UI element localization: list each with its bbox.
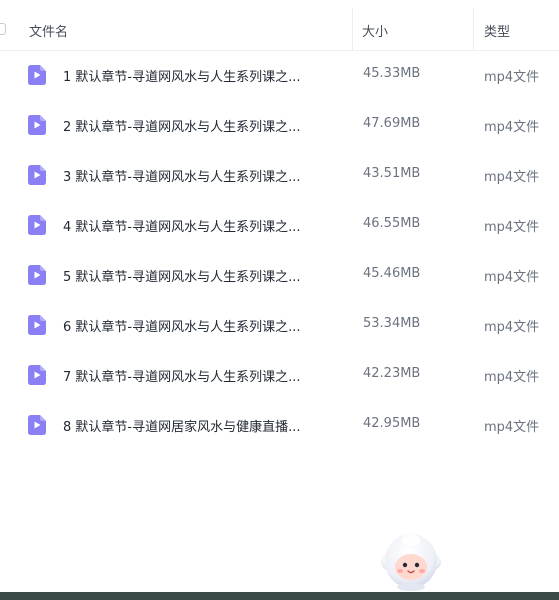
table-row[interactable]: 4 默认章节-寻道网风水与人生系列课之... 46.55MB mp4文件 <box>0 200 559 250</box>
file-size: 42.23MB <box>363 366 421 381</box>
file-type: mp4文件 <box>484 170 540 185</box>
video-file-icon <box>28 415 46 435</box>
file-size: 43.51MB <box>363 166 421 181</box>
file-size: 45.33MB <box>363 66 421 81</box>
video-file-icon <box>28 165 46 185</box>
bottom-bar <box>0 592 559 600</box>
file-type: mp4文件 <box>484 270 540 285</box>
file-size: 47.69MB <box>363 116 421 131</box>
select-all-checkbox[interactable] <box>0 23 6 35</box>
column-divider[interactable] <box>352 8 353 50</box>
table-row[interactable]: 6 默认章节-寻道网风水与人生系列课之... 53.34MB mp4文件 <box>0 300 559 350</box>
video-file-icon <box>28 365 46 385</box>
table-header: 文件名 大小 类型 <box>0 8 559 51</box>
column-header-type[interactable]: 类型 <box>484 21 510 40</box>
file-size: 42.95MB <box>363 416 421 431</box>
video-file-icon <box>28 215 46 235</box>
file-name[interactable]: 5 默认章节-寻道网风水与人生系列课之... <box>63 266 301 285</box>
column-divider[interactable] <box>473 8 474 50</box>
file-name[interactable]: 2 默认章节-寻道网风水与人生系列课之... <box>63 116 301 135</box>
file-type: mp4文件 <box>484 420 540 435</box>
table-row[interactable]: 8 默认章节-寻道网居家风水与健康直播... 42.95MB mp4文件 <box>0 400 559 450</box>
file-name[interactable]: 1 默认章节-寻道网风水与人生系列课之... <box>63 66 301 85</box>
video-file-icon <box>28 65 46 85</box>
table-row[interactable]: 1 默认章节-寻道网风水与人生系列课之... 45.33MB mp4文件 <box>0 50 559 100</box>
file-type: mp4文件 <box>484 320 540 335</box>
file-size: 53.34MB <box>363 316 421 331</box>
file-type: mp4文件 <box>484 370 540 385</box>
file-list: 1 默认章节-寻道网风水与人生系列课之... 45.33MB mp4文件 2 默认章节… <box>0 50 559 450</box>
table-row[interactable]: 7 默认章节-寻道网风水与人生系列课之... 42.23MB mp4文件 <box>0 350 559 400</box>
file-list-page: 文件名 大小 类型 1 默认章节-寻道网风水与人生系列课之... 45.33MB m… <box>0 0 559 600</box>
file-name[interactable]: 6 默认章节-寻道网风水与人生系列课之... <box>63 316 301 335</box>
video-file-icon <box>28 115 46 135</box>
file-name[interactable]: 4 默认章节-寻道网风水与人生系列课之... <box>63 216 301 235</box>
file-type: mp4文件 <box>484 120 540 135</box>
file-name[interactable]: 7 默认章节-寻道网风水与人生系列课之... <box>63 366 301 385</box>
file-size: 45.46MB <box>363 266 421 281</box>
table-row[interactable]: 5 默认章节-寻道网风水与人生系列课之... 45.46MB mp4文件 <box>0 250 559 300</box>
file-type: mp4文件 <box>484 220 540 235</box>
table-row[interactable]: 2 默认章节-寻道网风水与人生系列课之... 47.69MB mp4文件 <box>0 100 559 150</box>
video-file-icon <box>28 315 46 335</box>
column-header-size[interactable]: 大小 <box>362 21 388 40</box>
file-type: mp4文件 <box>484 70 540 85</box>
column-header-name[interactable]: 文件名 <box>29 21 68 40</box>
table-row[interactable]: 3 默认章节-寻道网风水与人生系列课之... 43.51MB mp4文件 <box>0 150 559 200</box>
file-name[interactable]: 3 默认章节-寻道网风水与人生系列课之... <box>63 166 301 185</box>
file-size: 46.55MB <box>363 216 421 231</box>
video-file-icon <box>28 265 46 285</box>
file-name[interactable]: 8 默认章节-寻道网居家风水与健康直播... <box>63 416 301 435</box>
assistant-mascot-icon[interactable] <box>376 528 446 592</box>
